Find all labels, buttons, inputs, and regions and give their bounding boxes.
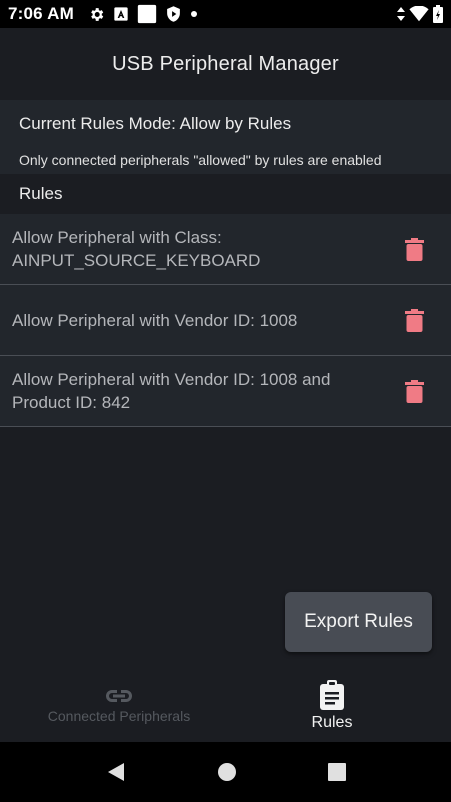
system-navigation-bar (0, 742, 451, 802)
rule-item[interactable]: Allow Peripheral with Vendor ID: 1008 an… (0, 356, 451, 427)
data-arrows-icon (397, 7, 405, 21)
rules-section-title: Rules (0, 174, 451, 214)
bottom-navigation: Connected Peripherals Rules (0, 670, 451, 742)
a-box-icon (114, 7, 128, 21)
export-rules-button[interactable]: Export Rules (285, 592, 432, 652)
rule-text: Allow Peripheral with Vendor ID: 1008 (12, 310, 298, 330)
clipboard-icon (320, 680, 344, 710)
status-icons-right (397, 5, 443, 23)
shield-play-icon (167, 6, 180, 22)
delete-rule-button[interactable] (397, 232, 431, 266)
rule-text: Allow Peripheral with Vendor ID: 1008 an… (12, 370, 331, 412)
gear-icon (91, 7, 104, 21)
trash-icon (404, 308, 424, 332)
status-icons-left (88, 4, 198, 24)
status-bar: 7:06 AM (0, 0, 451, 28)
dot-icon (190, 11, 197, 17)
delete-rule-button[interactable] (397, 374, 431, 408)
nav-tab-rules[interactable]: Rules (238, 670, 426, 742)
rules-list: Allow Peripheral with Class: AINPUT_SOUR… (0, 214, 451, 427)
delete-rule-button[interactable] (397, 303, 431, 337)
back-icon[interactable] (106, 762, 126, 782)
app-window: USB Peripheral Manager Current Rules Mod… (0, 28, 451, 742)
nav-tab-connected-peripherals[interactable]: Connected Peripherals (0, 670, 238, 742)
rules-mode-title: Current Rules Mode: Allow by Rules (19, 114, 292, 133)
nav-label-rules: Rules (311, 714, 353, 731)
link-icon (106, 690, 132, 702)
rules-mode-panel: Current Rules Mode: Allow by Rules Only … (0, 100, 451, 174)
top-app-bar: USB Peripheral Manager (0, 28, 451, 100)
trash-icon (404, 379, 424, 403)
trash-icon (404, 237, 424, 261)
white-square-icon (137, 4, 157, 24)
app-title: USB Peripheral Manager (112, 52, 339, 75)
recents-icon[interactable] (327, 763, 346, 781)
rules-mode-description: Only connected peripherals "allowed" by … (19, 152, 382, 168)
rule-text: Allow Peripheral with Class: AINPUT_SOUR… (12, 228, 261, 270)
rule-item[interactable]: Allow Peripheral with Class: AINPUT_SOUR… (0, 214, 451, 285)
home-icon[interactable] (217, 762, 237, 782)
battery-icon (433, 5, 443, 23)
wifi-icon (409, 6, 429, 22)
rule-item[interactable]: Allow Peripheral with Vendor ID: 1008 (0, 285, 451, 356)
status-time: 7:06 AM (8, 4, 74, 23)
nav-label-connected-peripherals: Connected Peripherals (47, 708, 191, 724)
